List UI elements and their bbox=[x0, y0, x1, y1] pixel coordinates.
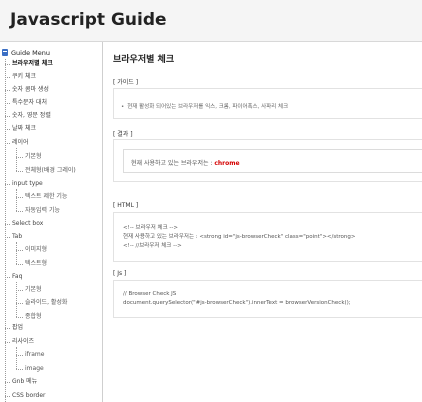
app-header: Javascript Guide bbox=[0, 0, 422, 42]
tree-connector bbox=[5, 328, 10, 329]
tree-connector bbox=[5, 77, 10, 78]
tree-connector bbox=[5, 129, 10, 130]
sidebar-item-layer-full[interactable]: 전체형(배경 그레이) bbox=[25, 166, 76, 176]
sidebar-item-tab-image[interactable]: 이미지형 bbox=[25, 245, 47, 255]
sidebar-item-resize[interactable]: 리사이즈 bbox=[12, 337, 34, 347]
sidebar-item-number-comma[interactable]: 숫자 콤마 생성 bbox=[12, 85, 49, 95]
code-line: <!-- 브라우저 체크 --> bbox=[123, 225, 178, 231]
tree-connector bbox=[16, 157, 23, 158]
tree-connector bbox=[16, 355, 23, 356]
sidebar-item-faq-combined[interactable]: 종합형 bbox=[25, 312, 42, 322]
tree-guide-line bbox=[16, 189, 17, 211]
result-section-label: [ 결과 ] bbox=[113, 131, 133, 138]
sidebar-item-special-chars[interactable]: 특수문자 대처 bbox=[12, 98, 47, 108]
tree-connector bbox=[5, 184, 10, 185]
tree-guide-line bbox=[16, 242, 17, 264]
sidebar-item-faq-slide[interactable]: 슬라이드, 활성화 bbox=[25, 298, 67, 308]
tree-connector bbox=[16, 197, 23, 198]
code-line: // Browser Check JS bbox=[123, 291, 177, 297]
sidebar-item-popup[interactable]: 팝업 bbox=[12, 323, 23, 333]
guide-box: • 현재 활성화 되어있는 브라우저를 익스, 크롬, 파이어폭스, 사파리 체크 bbox=[113, 88, 422, 119]
sidebar-item-number-alpha-sort[interactable]: 숫자, 영문 정렬 bbox=[12, 111, 51, 121]
tree-guide-line bbox=[5, 59, 6, 402]
sidebar-item-layer[interactable]: 레이어 bbox=[12, 138, 29, 148]
tree-connector bbox=[16, 303, 23, 304]
tree-connector bbox=[5, 382, 10, 383]
sidebar-item-autofill[interactable]: 자동입력 기능 bbox=[25, 206, 60, 216]
tree-connector bbox=[16, 317, 23, 318]
tree-connector bbox=[5, 64, 10, 65]
html-code-box: <!-- 브라우저 체크 --> 현재 사용하고 있는 브라우저는 : <str… bbox=[113, 212, 422, 262]
page-title: 브라우저별 체크 bbox=[113, 55, 175, 65]
result-prefix: 현재 사용하고 있는 브라우저는 : bbox=[131, 160, 213, 167]
js-section-label: [ Js ] bbox=[113, 270, 127, 277]
tree-connector bbox=[16, 250, 23, 251]
tree-connector bbox=[5, 396, 10, 397]
sidebar-item-select-box[interactable]: Select box bbox=[12, 219, 43, 229]
sidebar-item-css-border[interactable]: CSS border bbox=[12, 391, 46, 401]
sidebar-item-resize-image[interactable]: image bbox=[25, 364, 44, 374]
sidebar-item-browser-check[interactable]: 브라우저별 체크 bbox=[12, 59, 53, 69]
bullet: • bbox=[121, 104, 125, 110]
html-section-label: [ HTML ] bbox=[113, 202, 139, 209]
guide-section-label: [ 가이드 ] bbox=[113, 79, 139, 86]
result-box: 현재 사용하고 있는 브라우저는 : chrome bbox=[113, 139, 422, 182]
content-area: 브라우저별 체크 [ 가이드 ] • 현재 활성화 되어있는 브라우저를 익스, … bbox=[103, 42, 422, 402]
result-inner-box: 현재 사용하고 있는 브라우저는 : chrome bbox=[123, 149, 422, 173]
code-line: <!-- //브라우저 체크 --> bbox=[123, 243, 182, 249]
sidebar-item-faq[interactable]: Faq bbox=[12, 272, 22, 282]
tree-guide-line bbox=[16, 282, 17, 317]
sidebar-item-gnb-menu[interactable]: Gnb 메뉴 bbox=[12, 377, 37, 387]
guide-text: • 현재 활성화 되어있는 브라우저를 익스, 크롬, 파이어폭스, 사파리 체크 bbox=[121, 102, 288, 110]
tree-connector bbox=[16, 290, 23, 291]
book-icon bbox=[2, 49, 8, 56]
code-line: document.querySelector("#js-browserCheck… bbox=[123, 300, 351, 306]
tree-connector bbox=[5, 342, 10, 343]
sidebar-item-tab[interactable]: Tab bbox=[12, 232, 22, 242]
tree-guide-line bbox=[16, 148, 17, 171]
sidebar-item-cookie-check[interactable]: 쿠키 체크 bbox=[12, 72, 36, 82]
sidebar-item-input-type[interactable]: input type bbox=[12, 179, 43, 189]
tree-connector bbox=[5, 90, 10, 91]
tree-connector bbox=[16, 369, 23, 370]
tree-connector bbox=[16, 171, 23, 172]
sidebar-item-resize-iframe[interactable]: iframe bbox=[25, 350, 44, 360]
sidebar-tree: Guide Menu 브라우저별 체크 쿠키 체크 숫자 콤마 생성 특수문자 … bbox=[0, 42, 103, 402]
tree-connector bbox=[5, 116, 10, 117]
sidebar-item-faq-basic[interactable]: 기본형 bbox=[25, 285, 42, 295]
sidebar-item-text-limit[interactable]: 텍스트 제한 기능 bbox=[25, 192, 67, 202]
tree-connector bbox=[5, 143, 10, 144]
result-text: 현재 사용하고 있는 브라우저는 : chrome bbox=[131, 158, 240, 167]
tree-connector bbox=[5, 277, 10, 278]
tree-root[interactable]: Guide Menu bbox=[2, 47, 50, 58]
tree-connector bbox=[5, 224, 10, 225]
app-title: Javascript Guide bbox=[10, 10, 167, 30]
tree-connector bbox=[5, 237, 10, 238]
tree-guide-line bbox=[16, 347, 17, 369]
browser-name: chrome bbox=[214, 160, 240, 167]
tree-connector bbox=[16, 264, 23, 265]
sidebar-item-layer-basic[interactable]: 기본형 bbox=[25, 152, 42, 162]
code-line: 현재 사용하고 있는 브라우저는 : <strong id="js-browse… bbox=[123, 234, 356, 240]
tree-root-label: Guide Menu bbox=[11, 48, 50, 57]
tree-connector bbox=[5, 103, 10, 104]
js-code-box: // Browser Check JS document.querySelect… bbox=[113, 280, 422, 318]
sidebar-item-date-check[interactable]: 날짜 체크 bbox=[12, 124, 36, 134]
guide-description: 현재 활성화 되어있는 브라우저를 익스, 크롬, 파이어폭스, 사파리 체크 bbox=[127, 104, 289, 110]
sidebar-item-tab-text[interactable]: 텍스트형 bbox=[25, 259, 47, 269]
tree-connector bbox=[16, 211, 23, 212]
